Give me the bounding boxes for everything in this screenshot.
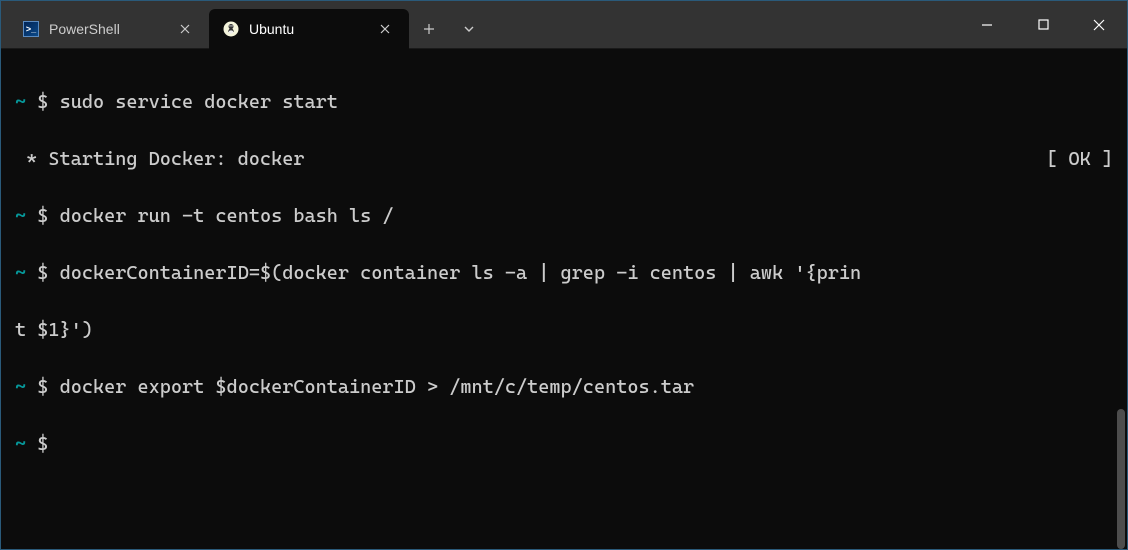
tab-actions [409, 1, 489, 48]
command-text: dockerContainerID=$(docker container ls … [60, 262, 862, 284]
tab-label: PowerShell [49, 21, 159, 37]
tab-powershell[interactable]: >_ PowerShell [9, 9, 209, 49]
close-icon [380, 24, 390, 34]
titlebar: >_ PowerShell Ubuntu [1, 1, 1127, 49]
window-controls [959, 1, 1127, 48]
tab-close-button[interactable] [175, 19, 195, 39]
terminal-line: ~ $ [15, 430, 1113, 459]
terminal-line: * Starting Docker: docker [ OK ] [15, 145, 1113, 174]
prompt-cwd: ~ [15, 262, 26, 284]
powershell-icon: >_ [23, 21, 39, 37]
prompt-symbol: $ [37, 205, 48, 227]
terminal-line: ~ $ dockerContainerID=$(docker container… [15, 259, 1113, 288]
tab-dropdown-button[interactable] [449, 9, 489, 49]
tab-close-button[interactable] [375, 19, 395, 39]
titlebar-drag-area[interactable] [489, 1, 959, 48]
tab-ubuntu[interactable]: Ubuntu [209, 9, 409, 49]
command-text: sudo service docker start [60, 91, 338, 113]
status-ok: [ OK ] [1046, 145, 1113, 174]
prompt-cwd: ~ [15, 205, 26, 227]
terminal-line: t $1}') [15, 316, 1113, 345]
prompt-cwd: ~ [15, 433, 26, 455]
new-tab-button[interactable] [409, 9, 449, 49]
maximize-button[interactable] [1015, 1, 1071, 48]
prompt-cwd: ~ [15, 91, 26, 113]
tab-label: Ubuntu [249, 21, 359, 37]
maximize-icon [1038, 19, 1049, 30]
close-window-button[interactable] [1071, 1, 1127, 48]
prompt-symbol: $ [37, 433, 48, 455]
prompt-symbol: $ [37, 262, 48, 284]
plus-icon [423, 23, 435, 35]
terminal-line: ~ $ docker export $dockerContainerID > /… [15, 373, 1113, 402]
terminal-pane[interactable]: ~ $ sudo service docker start * Starting… [1, 49, 1127, 549]
close-icon [1093, 19, 1105, 31]
minimize-button[interactable] [959, 1, 1015, 48]
chevron-down-icon [463, 23, 475, 35]
scrollbar-thumb[interactable] [1117, 409, 1125, 549]
close-icon [180, 24, 190, 34]
terminal-line: ~ $ docker run -t centos bash ls / [15, 202, 1113, 231]
tab-strip: >_ PowerShell Ubuntu [1, 1, 409, 48]
prompt-cwd: ~ [15, 376, 26, 398]
command-text: docker export $dockerContainerID > /mnt/… [60, 376, 695, 398]
prompt-symbol: $ [37, 91, 48, 113]
prompt-symbol: $ [37, 376, 48, 398]
command-text-wrap: t $1}') [15, 319, 93, 341]
terminal-line: ~ $ sudo service docker start [15, 88, 1113, 117]
ubuntu-icon [223, 21, 239, 37]
output-text: * Starting Docker: docker [15, 148, 304, 170]
command-text: docker run -t centos bash ls / [60, 205, 394, 227]
minimize-icon [981, 19, 993, 31]
